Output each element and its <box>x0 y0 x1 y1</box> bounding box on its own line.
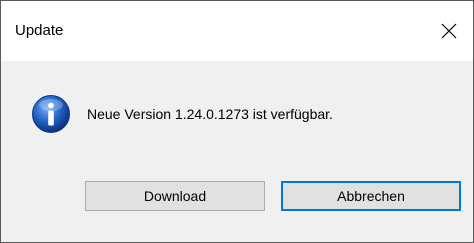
update-dialog: Update Neue Version 1.24.0.1273 ist verf… <box>0 0 474 243</box>
dialog-body: Neue Version 1.24.0.1273 ist verfügbar. … <box>1 61 473 242</box>
cancel-button[interactable]: Abbrechen <box>281 181 461 211</box>
dialog-message: Neue Version 1.24.0.1273 ist verfügbar. <box>87 106 333 122</box>
window-title: Update <box>15 22 64 39</box>
title-bar[interactable]: Update <box>1 1 473 61</box>
download-button[interactable]: Download <box>85 181 265 211</box>
close-icon <box>441 23 457 39</box>
info-icon <box>32 95 70 133</box>
close-button[interactable] <box>429 1 473 61</box>
